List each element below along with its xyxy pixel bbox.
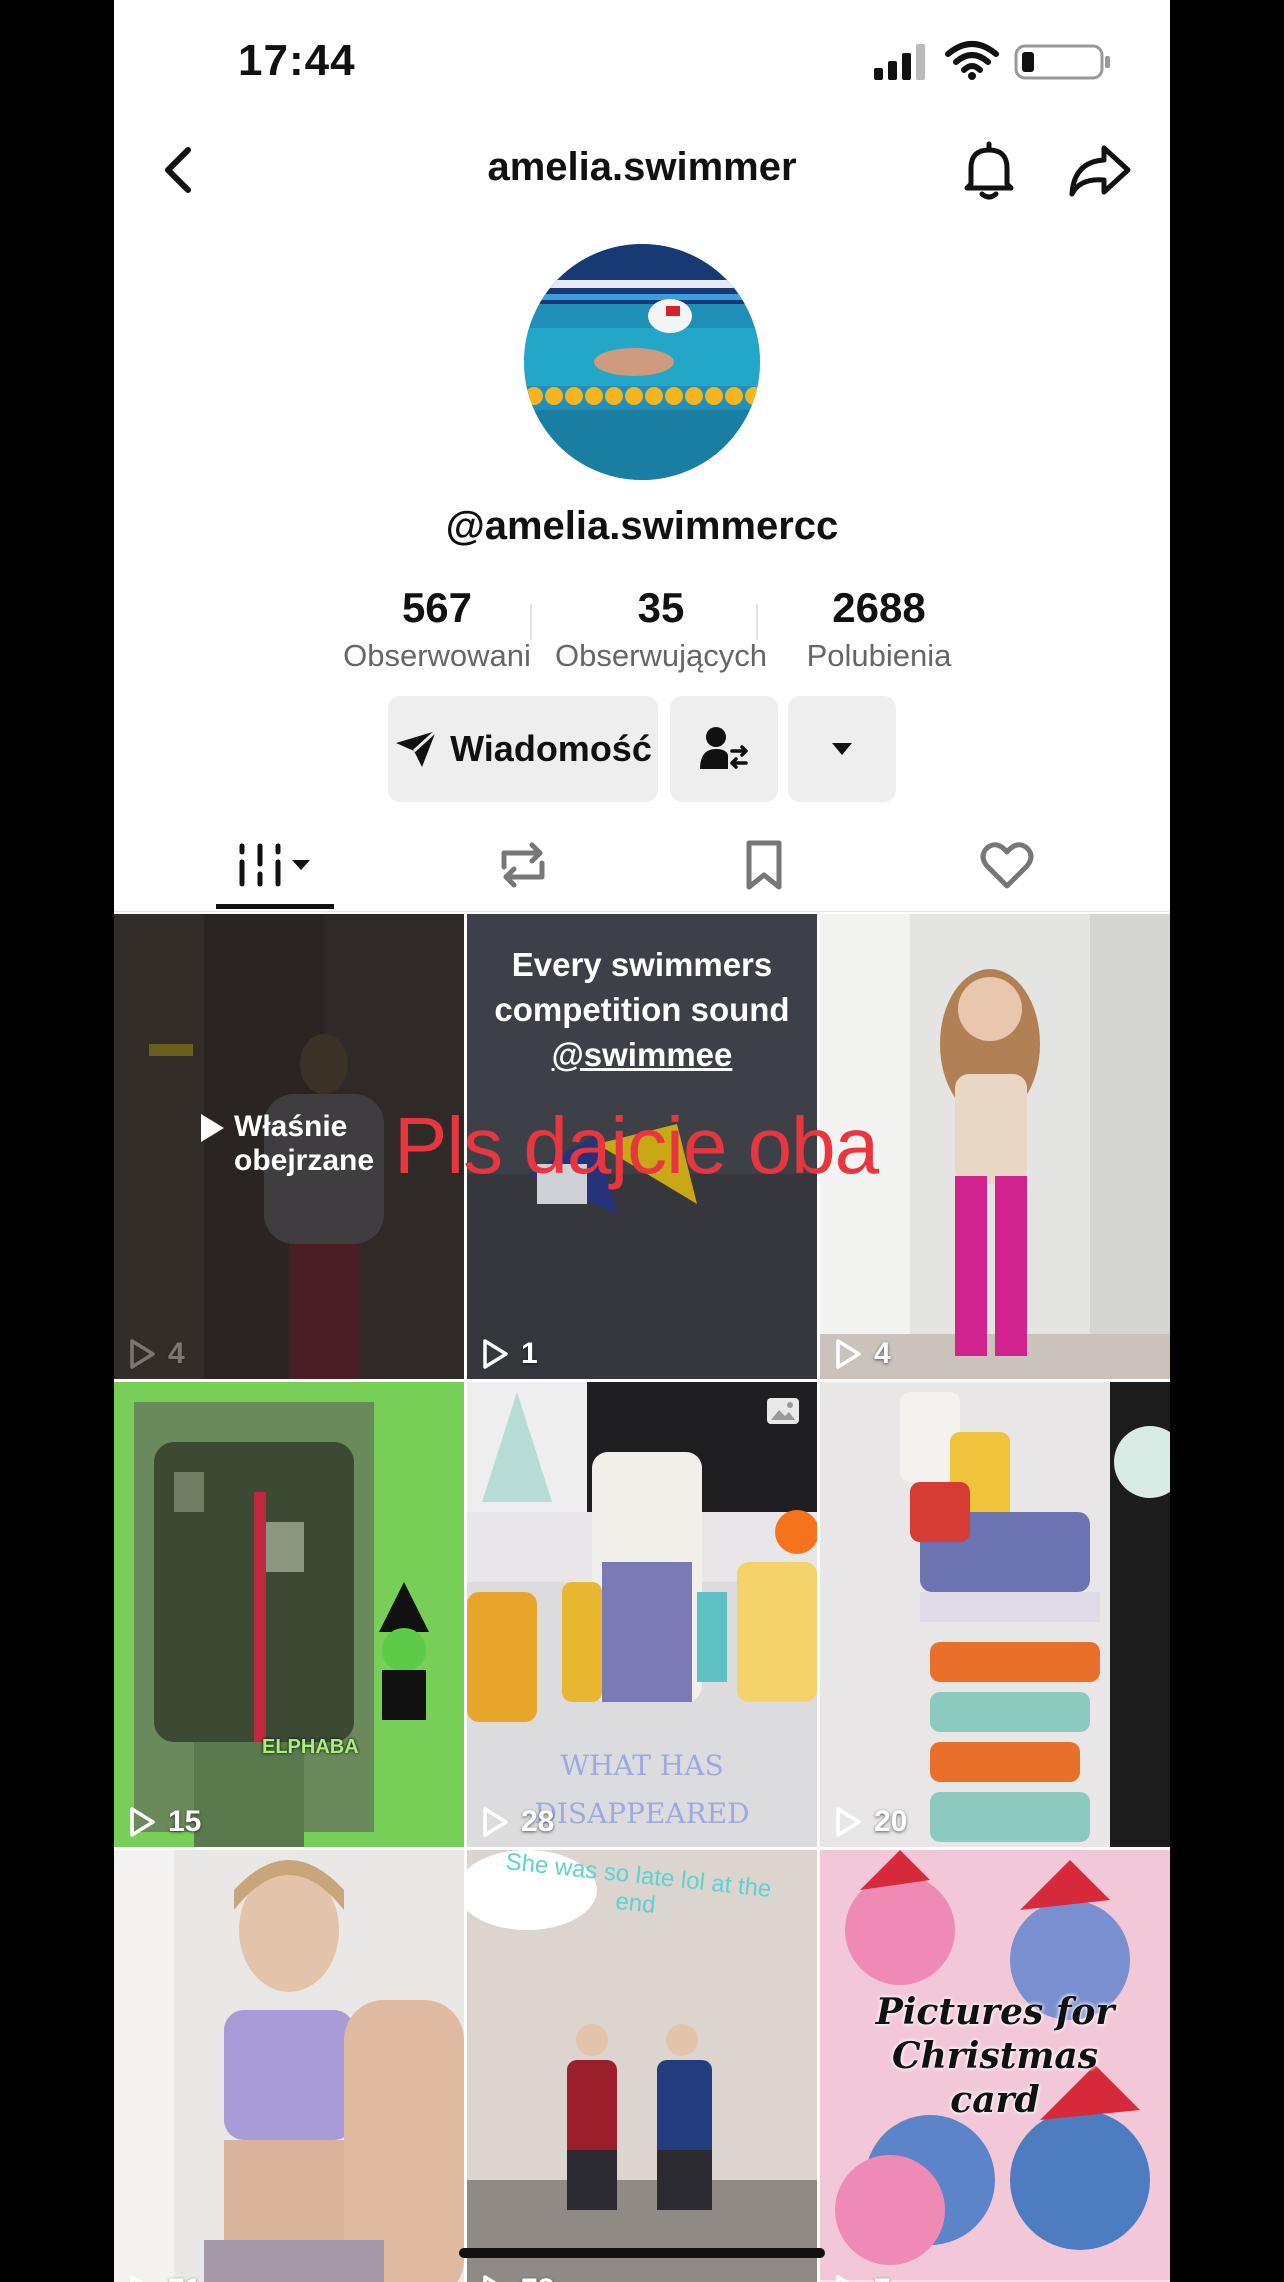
view-count-value: 15 — [168, 1805, 202, 1838]
caption-line: LEVEL: HARD — [467, 1838, 817, 1847]
caption-line: @swimmee — [551, 1036, 733, 1073]
message-button[interactable]: Wiadomość — [388, 696, 658, 802]
recently-watched-label: obejrzane — [234, 1144, 375, 1177]
video-tile[interactable]: 20 — [820, 1382, 1170, 1847]
video-tile[interactable]: WHAT HAS DISAPPEARED LEVEL: HARD 28 — [467, 1382, 817, 1847]
wifi-icon — [945, 41, 999, 80]
photo-icon — [767, 1398, 799, 1424]
tab-saved[interactable] — [714, 820, 814, 910]
play-filled-icon — [201, 1114, 224, 1142]
video-thumbnail — [114, 1850, 464, 2282]
send-icon — [396, 729, 438, 767]
follow-friends-button[interactable] — [670, 696, 778, 802]
view-count-value: 1 — [521, 1337, 538, 1370]
play-icon — [130, 1807, 155, 1837]
video-caption: Pictures for Christmas card — [820, 1990, 1170, 2122]
user-swap-icon — [700, 727, 748, 769]
grid-icon — [239, 843, 310, 887]
more-options-button[interactable] — [788, 696, 896, 802]
play-icon — [483, 1339, 508, 1369]
home-indicator[interactable] — [459, 2248, 825, 2258]
video-tile[interactable]: She was so late lol at the end 72 — [467, 1850, 817, 2282]
status-time: 17:44 — [238, 36, 356, 85]
view-count-value: 20 — [874, 1805, 908, 1838]
view-count-value: 72 — [521, 2273, 554, 2282]
bell-icon[interactable] — [959, 140, 1019, 202]
view-count: 28 — [481, 1805, 554, 1839]
tab-divider — [114, 911, 1170, 912]
video-tile[interactable]: 71 — [114, 1850, 464, 2282]
view-count: 4 — [834, 1337, 891, 1371]
stat-label: Obserwowani — [343, 638, 531, 673]
tab-videos[interactable] — [216, 820, 334, 910]
video-caption: ELPHABA — [262, 1736, 359, 1758]
play-icon — [836, 1807, 861, 1837]
play-icon — [483, 1807, 508, 1837]
profile-handle: @amelia.swimmercc — [445, 504, 839, 548]
view-count-value: 71 — [168, 2273, 201, 2282]
battery-icon — [1014, 44, 1110, 80]
view-count-value: 4 — [168, 1337, 185, 1370]
play-icon — [130, 2275, 144, 2282]
video-tile[interactable]: Pictures for Christmas card 7 — [820, 1850, 1170, 2282]
caption-line: card — [950, 2079, 1040, 2121]
stat-likes[interactable]: 2688 Polubienia — [754, 584, 1004, 674]
overlay-red-text: Pls dajcie oba — [394, 1101, 879, 1190]
view-count-value: 28 — [521, 1805, 555, 1838]
play-icon — [836, 1339, 861, 1369]
recently-watched-label: Właśnie — [234, 1110, 348, 1143]
share-icon[interactable] — [1066, 140, 1132, 200]
stat-following[interactable]: 567 Obserwowani — [312, 584, 562, 674]
view-count-value: 7 — [874, 2273, 891, 2282]
video-tile[interactable]: ELPHABA 15 — [114, 1382, 464, 1847]
view-count-value: 4 — [874, 1337, 891, 1370]
heart-icon — [980, 842, 1034, 889]
tab-liked[interactable] — [952, 820, 1062, 910]
play-icon — [836, 2275, 850, 2282]
caption-line: Pictures for Christmas — [875, 1991, 1115, 2077]
view-count: 72 — [481, 2273, 554, 2282]
avatar[interactable] — [524, 244, 760, 480]
caption-line: Every swimmers — [511, 946, 773, 983]
stat-label: Polubienia — [806, 638, 952, 673]
view-count: 1 — [481, 1337, 538, 1371]
view-count: 4 — [128, 1337, 185, 1371]
signal-icon — [874, 44, 925, 80]
view-count: 71 — [128, 2273, 201, 2282]
stat-value: 567 — [401, 584, 473, 631]
play-icon — [130, 1339, 155, 1369]
video-caption: Every swimmers competition sound @swimme… — [467, 942, 817, 1077]
message-label: Wiadomość — [450, 728, 652, 769]
play-icon — [483, 2275, 497, 2282]
view-count: 7 — [834, 2273, 891, 2282]
video-thumbnail — [114, 1382, 464, 1847]
caret-down-icon — [832, 743, 852, 755]
active-tab-indicator — [216, 904, 334, 909]
view-count: 20 — [834, 1805, 907, 1839]
caption-line: competition sound — [494, 991, 790, 1028]
video-thumbnail — [820, 1382, 1170, 1847]
bookmark-icon — [746, 840, 782, 890]
tab-reposts[interactable] — [470, 820, 576, 910]
repost-icon — [501, 842, 545, 888]
recently-watched-badge: Właśnie obejrzane — [198, 1110, 374, 1178]
profile-screen: 17:44 amelia.swimmer @amelia.swimmercc 5… — [114, 0, 1170, 2282]
view-count: 15 — [128, 1805, 201, 1839]
stat-value: 2688 — [832, 584, 926, 631]
